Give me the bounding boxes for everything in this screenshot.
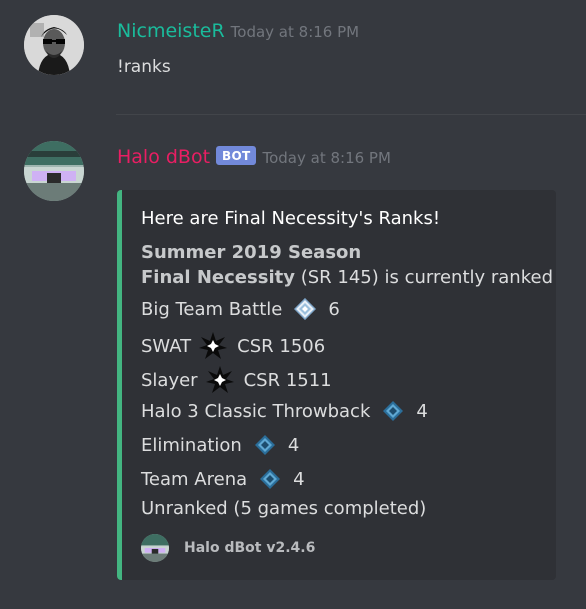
user-avatar[interactable] bbox=[24, 15, 84, 75]
rank-value: 4 bbox=[293, 468, 305, 490]
platinum-rank-icon bbox=[382, 400, 404, 422]
username[interactable]: Halo dBot BOT Today at 8:16 PM bbox=[117, 146, 391, 168]
playlist-name: Team Arena bbox=[141, 468, 248, 490]
rank-value: CSR 1511 bbox=[243, 369, 332, 391]
season-line: Summer 2019 Season bbox=[141, 242, 362, 263]
playlist-name: Halo 3 Classic Throwback bbox=[141, 400, 371, 422]
player-status: (SR 145) is currently ranked bbox=[300, 267, 553, 288]
champion-rank-icon bbox=[205, 366, 234, 394]
playlist-name: SWAT bbox=[141, 335, 192, 357]
embed-footer: Halo dBot v2.4.6 bbox=[141, 534, 315, 562]
rank-value: 6 bbox=[328, 298, 340, 320]
rich-embed: Here are Final Necessity's Ranks! Summer… bbox=[117, 190, 556, 580]
bot-tag: BOT bbox=[216, 146, 257, 165]
playlist-name: Slayer bbox=[141, 369, 198, 391]
champion-rank-icon bbox=[199, 332, 228, 360]
rank-row: SWAT CSR 1506 bbox=[141, 332, 325, 360]
platinum-rank-icon bbox=[259, 468, 281, 490]
rank-row: Halo 3 Classic Throwback 4 bbox=[141, 400, 428, 422]
username[interactable]: NicmeisteR Today at 8:16 PM bbox=[117, 20, 359, 42]
player-line: Final Necessity (SR 145) is currently ra… bbox=[141, 267, 553, 288]
footer-bot-avatar bbox=[141, 534, 169, 562]
message-divider bbox=[116, 114, 586, 115]
player-name: Final Necessity bbox=[141, 267, 295, 288]
rank-value: 4 bbox=[287, 434, 300, 456]
footer-text: Halo dBot v2.4.6 bbox=[184, 540, 316, 556]
rank-value: CSR 1506 bbox=[237, 335, 326, 357]
bot-avatar[interactable] bbox=[24, 141, 84, 201]
unranked-line: Unranked (5 games completed) bbox=[141, 498, 427, 519]
diamond-rank-icon bbox=[294, 297, 317, 321]
platinum-rank-icon bbox=[254, 434, 276, 456]
rank-row: Slayer CSR 1511 bbox=[141, 366, 332, 394]
rank-row: Team Arena 4 bbox=[141, 468, 305, 490]
message-text: !ranks bbox=[117, 57, 171, 77]
rank-value: 4 bbox=[416, 400, 428, 422]
timestamp: Today at 8:16 PM bbox=[262, 149, 391, 167]
playlist-name: Elimination bbox=[141, 434, 242, 456]
timestamp: Today at 8:16 PM bbox=[230, 23, 360, 41]
playlist-name: Big Team Battle bbox=[141, 298, 283, 320]
rank-row: Big Team Battle 6 bbox=[141, 297, 340, 321]
rank-row: Elimination 4 bbox=[141, 434, 299, 456]
embed-title: Here are Final Necessity's Ranks! bbox=[141, 208, 441, 229]
